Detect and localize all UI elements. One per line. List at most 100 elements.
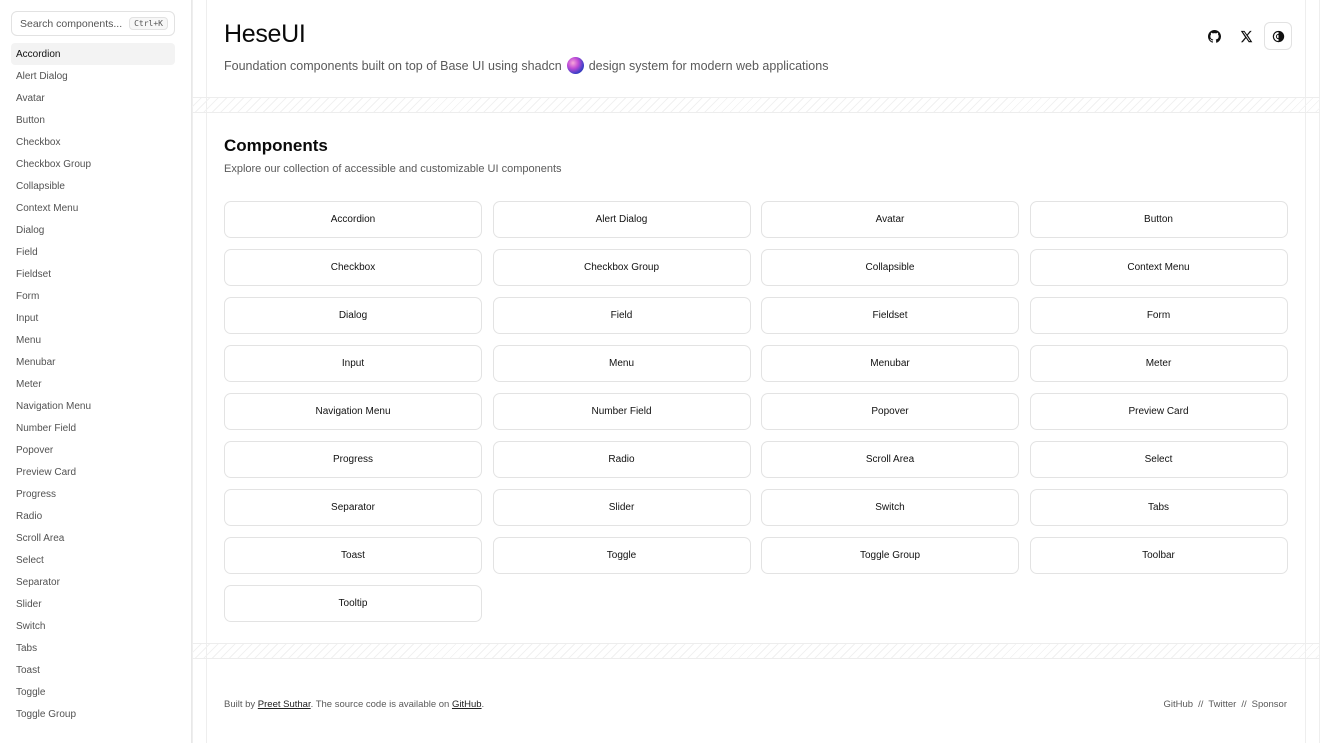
divider-pattern bbox=[192, 97, 1320, 113]
sidebar: Search components... Ctrl+K Accordion Ale… bbox=[0, 0, 192, 743]
shadcn-logo-icon bbox=[566, 57, 584, 74]
component-card-scroll-area[interactable]: Scroll Area bbox=[761, 441, 1019, 478]
main-content: HeseUI Foundation components built on to… bbox=[192, 0, 1320, 743]
x-icon bbox=[1240, 30, 1252, 42]
component-card-number-field[interactable]: Number Field bbox=[492, 393, 751, 430]
theme-toggle-icon bbox=[1272, 30, 1284, 42]
sidebar-nav: Accordion Alert Dialog Avatar Button Checkbo… bbox=[11, 43, 175, 725]
component-card-meter[interactable]: Meter bbox=[1029, 345, 1288, 382]
component-card-popover[interactable]: Popover bbox=[761, 393, 1019, 430]
sidebar-item-toggle-group[interactable]: Toggle Group bbox=[11, 703, 175, 725]
sidebar-item-dialog[interactable]: Dialog bbox=[11, 219, 175, 241]
component-card-toggle-group[interactable]: Toggle Group bbox=[761, 537, 1019, 574]
sidebar-item-context-menu[interactable]: Context Menu bbox=[11, 197, 175, 219]
github-icon bbox=[1207, 29, 1221, 43]
sidebar-item-form[interactable]: Form bbox=[11, 285, 175, 307]
component-card-navigation-menu[interactable]: Navigation Menu bbox=[224, 393, 482, 430]
component-card-toggle[interactable]: Toggle bbox=[492, 537, 751, 574]
header-actions bbox=[1200, 22, 1292, 50]
footer-link-twitter[interactable]: Twitter bbox=[1208, 699, 1236, 710]
keyboard-shortcut-badge: Ctrl+K bbox=[129, 17, 168, 30]
footer-link-github[interactable]: GitHub bbox=[1163, 699, 1193, 710]
component-card-radio[interactable]: Radio bbox=[492, 441, 751, 478]
sidebar-item-accordion[interactable]: Accordion bbox=[11, 43, 175, 65]
sidebar-item-separator[interactable]: Separator bbox=[11, 571, 175, 593]
component-card-dialog[interactable]: Dialog bbox=[224, 297, 482, 334]
github-button[interactable] bbox=[1200, 22, 1228, 50]
sidebar-item-number-field[interactable]: Number Field bbox=[11, 417, 175, 439]
footer-period: . bbox=[481, 699, 485, 710]
sidebar-item-switch[interactable]: Switch bbox=[11, 615, 175, 637]
component-card-toast[interactable]: Toast bbox=[224, 537, 482, 574]
component-card-progress[interactable]: Progress bbox=[224, 441, 482, 478]
section-subtitle: Explore our collection of accessible and… bbox=[224, 163, 562, 175]
components-grid: Accordion Alert Dialog Avatar Button Checkbo… bbox=[224, 201, 1288, 622]
component-card-input[interactable]: Input bbox=[224, 345, 482, 382]
component-card-menu[interactable]: Menu bbox=[492, 345, 751, 382]
page-header: HeseUI Foundation components built on to… bbox=[224, 20, 828, 74]
page-title: HeseUI bbox=[224, 20, 306, 48]
component-card-alert-dialog[interactable]: Alert Dialog bbox=[492, 201, 751, 238]
sidebar-item-meter[interactable]: Meter bbox=[11, 373, 175, 395]
component-card-field[interactable]: Field bbox=[492, 297, 751, 334]
search-input[interactable]: Search components... Ctrl+K bbox=[11, 11, 175, 36]
footer-credits: Built by Preet Suthar. The source code i… bbox=[224, 699, 484, 710]
divider-pattern bbox=[192, 643, 1320, 659]
component-card-separator[interactable]: Separator bbox=[224, 489, 482, 526]
footer-separator: // bbox=[1198, 699, 1204, 710]
footer-link-sponsor[interactable]: Sponsor bbox=[1252, 699, 1287, 710]
page-subtitle: Foundation components built on top of Ba… bbox=[224, 57, 828, 74]
sidebar-item-popover[interactable]: Popover bbox=[11, 439, 175, 461]
component-card-collapsible[interactable]: Collapsible bbox=[761, 249, 1019, 286]
sidebar-item-input[interactable]: Input bbox=[11, 307, 175, 329]
component-card-slider[interactable]: Slider bbox=[492, 489, 751, 526]
sidebar-item-button[interactable]: Button bbox=[11, 109, 175, 131]
component-card-form[interactable]: Form bbox=[1029, 297, 1288, 334]
sidebar-item-field[interactable]: Field bbox=[11, 241, 175, 263]
theme-toggle-button[interactable] bbox=[1264, 22, 1292, 50]
sidebar-item-avatar[interactable]: Avatar bbox=[11, 87, 175, 109]
footer-links: GitHub // Twitter // Sponsor bbox=[1163, 699, 1287, 710]
sidebar-item-checkbox[interactable]: Checkbox bbox=[11, 131, 175, 153]
component-card-menubar[interactable]: Menubar bbox=[761, 345, 1019, 382]
sidebar-item-navigation-menu[interactable]: Navigation Menu bbox=[11, 395, 175, 417]
component-card-checkbox[interactable]: Checkbox bbox=[224, 249, 482, 286]
sidebar-item-preview-card[interactable]: Preview Card bbox=[11, 461, 175, 483]
sidebar-item-menubar[interactable]: Menubar bbox=[11, 351, 175, 373]
component-card-avatar[interactable]: Avatar bbox=[761, 201, 1019, 238]
footer-built-by: Built by bbox=[224, 699, 256, 710]
sidebar-item-radio[interactable]: Radio bbox=[11, 505, 175, 527]
component-card-fieldset[interactable]: Fieldset bbox=[761, 297, 1019, 334]
search-placeholder: Search components... bbox=[20, 17, 123, 30]
component-card-toolbar[interactable]: Toolbar bbox=[1029, 537, 1288, 574]
component-card-switch[interactable]: Switch bbox=[761, 489, 1019, 526]
sidebar-item-select[interactable]: Select bbox=[11, 549, 175, 571]
component-card-preview-card[interactable]: Preview Card bbox=[1029, 393, 1288, 430]
footer-separator: // bbox=[1241, 699, 1247, 710]
sidebar-item-fieldset[interactable]: Fieldset bbox=[11, 263, 175, 285]
sidebar-item-scroll-area[interactable]: Scroll Area bbox=[11, 527, 175, 549]
component-card-button[interactable]: Button bbox=[1029, 201, 1288, 238]
sidebar-item-slider[interactable]: Slider bbox=[11, 593, 175, 615]
sidebar-item-toast[interactable]: Toast bbox=[11, 659, 175, 681]
sidebar-item-menu[interactable]: Menu bbox=[11, 329, 175, 351]
author-link[interactable]: Preet Suthar bbox=[258, 699, 311, 710]
sidebar-item-progress[interactable]: Progress bbox=[11, 483, 175, 505]
component-card-checkbox-group[interactable]: Checkbox Group bbox=[492, 249, 751, 286]
sidebar-item-alert-dialog[interactable]: Alert Dialog bbox=[11, 65, 175, 87]
sidebar-item-toggle[interactable]: Toggle bbox=[11, 681, 175, 703]
component-card-tabs[interactable]: Tabs bbox=[1029, 489, 1288, 526]
sidebar-item-checkbox-group[interactable]: Checkbox Group bbox=[11, 153, 175, 175]
footer: Built by Preet Suthar. The source code i… bbox=[224, 699, 1287, 710]
component-card-accordion[interactable]: Accordion bbox=[224, 201, 482, 238]
sidebar-item-tabs[interactable]: Tabs bbox=[11, 637, 175, 659]
subtitle-text-end: design system for modern web application… bbox=[588, 58, 829, 73]
section-title: Components bbox=[224, 136, 328, 155]
subtitle-text: Foundation components built on top of Ba… bbox=[224, 58, 562, 73]
sidebar-item-collapsible[interactable]: Collapsible bbox=[11, 175, 175, 197]
component-card-select[interactable]: Select bbox=[1029, 441, 1288, 478]
source-github-link[interactable]: GitHub bbox=[452, 699, 482, 710]
x-twitter-button[interactable] bbox=[1232, 22, 1260, 50]
component-card-context-menu[interactable]: Context Menu bbox=[1029, 249, 1288, 286]
component-card-tooltip[interactable]: Tooltip bbox=[224, 585, 482, 622]
